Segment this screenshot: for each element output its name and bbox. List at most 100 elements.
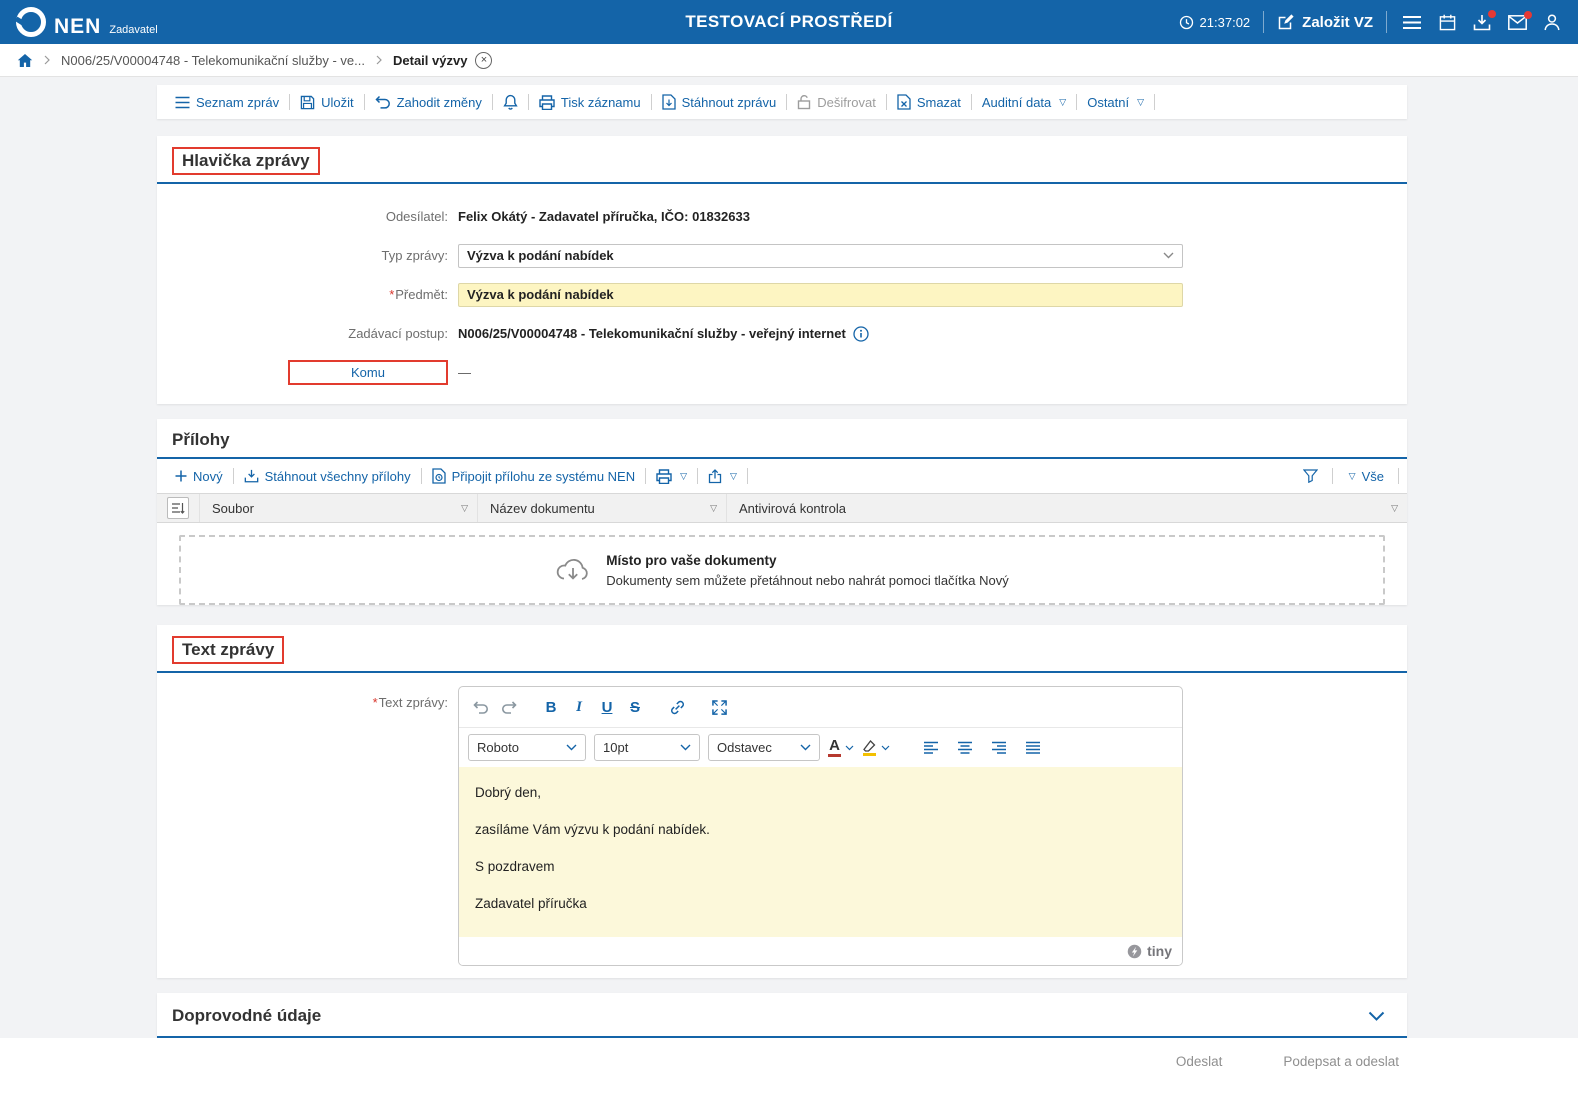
new-attachment-button[interactable]: Nový [165, 469, 233, 484]
caret-down-icon: ▽ [1137, 96, 1145, 107]
procedure-info-button[interactable] [853, 325, 869, 342]
home-button[interactable] [17, 53, 33, 68]
section-title: Hlavička zprávy [182, 151, 310, 170]
sign-and-send-button[interactable]: Podepsat a odeslat [1275, 1054, 1407, 1069]
editor-redo-button[interactable] [496, 694, 522, 720]
breadcrumb-procedure[interactable]: N006/25/V00004748 - Telekomunikační služ… [61, 53, 365, 68]
delete-button[interactable]: Smazat [887, 94, 971, 110]
column-filter-icon[interactable]: ▽ [1391, 503, 1398, 513]
calendar-button[interactable] [1437, 12, 1458, 33]
chevron-down-icon [1368, 1011, 1385, 1021]
edit-icon [1278, 14, 1294, 30]
align-justify-icon [1026, 741, 1040, 754]
attachments-dropzone[interactable]: Místo pro vaše dokumenty Dokumenty sem m… [179, 535, 1385, 605]
tiny-brand-label[interactable]: tiny [1147, 943, 1172, 959]
attachments-section: Přílohy Nový Stáhnout všechny přílohy Př… [157, 419, 1407, 605]
align-left-button[interactable] [918, 735, 944, 761]
fullscreen-button[interactable] [706, 694, 732, 720]
decrypt-button[interactable]: Dešifrovat [787, 94, 886, 110]
create-vz-button[interactable]: Založit VZ [1277, 13, 1373, 31]
align-center-button[interactable] [952, 735, 978, 761]
message-text-form: *Text zprávy: B I U S Roboto 10pt Odstav… [157, 673, 1407, 978]
send-button[interactable]: Odeslat [1168, 1054, 1231, 1069]
column-settings-icon [172, 503, 185, 514]
attach-from-nen-button[interactable]: Připojit přílohu ze systému NEN [422, 468, 646, 484]
nen-logo-icon [16, 7, 46, 37]
user-button[interactable] [1542, 12, 1562, 33]
column-header-nazev-dokumentu[interactable]: Název dokumentu ▽ [478, 494, 727, 522]
download-all-icon [244, 469, 258, 483]
caret-down-icon: ▽ [680, 470, 688, 481]
main-menu-button[interactable] [1400, 13, 1424, 32]
recipient-link[interactable]: Komu [288, 360, 448, 385]
close-tab-button[interactable]: × [475, 51, 493, 69]
italic-button[interactable]: I [566, 694, 592, 720]
column-filter-icon[interactable]: ▽ [710, 503, 717, 513]
footer-actions: Odeslat Podepsat a odeslat [157, 1054, 1407, 1069]
nen-brand[interactable]: NEN Zadavatel [16, 7, 158, 37]
discard-changes-button[interactable]: Zahodit změny [365, 95, 492, 110]
section-head: Text zprávy [157, 625, 1407, 671]
clock-icon [1179, 15, 1193, 29]
messages-button[interactable] [1506, 10, 1532, 32]
attachments-filter-group: ▽ Vše [1293, 468, 1399, 484]
annotation-box: Hlavička zprávy [172, 147, 320, 175]
editor-toolbar-row-1: B I U S [459, 687, 1182, 727]
bold-button[interactable]: B [538, 694, 564, 720]
toolbar-label: Stáhnout všechny přílohy [264, 468, 411, 484]
align-right-button[interactable] [986, 735, 1012, 761]
save-button[interactable]: Uložit [290, 95, 364, 110]
editor-content-area[interactable]: Dobrý den, zasíláme Vám výzvu k podání n… [459, 767, 1182, 937]
message-type-value: Výzva k podání nabídek [467, 248, 614, 263]
subject-input[interactable]: Výzva k podání nabídek [458, 282, 1183, 307]
message-text-section: Text zprávy *Text zprávy: B I U S Roboto… [157, 625, 1407, 978]
column-header-antivirova-kontrola[interactable]: Antivirová kontrola ▽ [727, 494, 1407, 522]
message-list-button[interactable]: Seznam zpráv [165, 95, 289, 110]
font-family-select[interactable]: Roboto [468, 734, 586, 761]
notification-badge [1524, 10, 1532, 19]
toolbar-label: Uložit [321, 94, 354, 110]
toolbar-divider [1398, 468, 1399, 484]
export-attachments-button[interactable]: ▽ [698, 468, 747, 484]
notifications-button[interactable] [493, 94, 528, 110]
column-header-soubor[interactable]: Soubor ▽ [200, 494, 478, 522]
text-color-button[interactable]: A [828, 735, 854, 761]
footer-bar: Odeslat Podepsat a odeslat [0, 1038, 1578, 1109]
section-head: Přílohy [157, 419, 1407, 457]
italic-icon: I [576, 698, 582, 715]
other-actions-button[interactable]: Ostatní ▽ [1077, 95, 1154, 110]
toolbar-label: Stáhnout zprávu [681, 94, 777, 110]
highlight-color-button[interactable] [862, 735, 890, 761]
link-icon [670, 700, 684, 714]
download-all-attachments-button[interactable]: Stáhnout všechny přílohy [234, 469, 421, 484]
filter-all-button[interactable]: ▽ Vše [1337, 469, 1394, 484]
font-size-select[interactable]: 10pt [594, 734, 700, 761]
message-type-select[interactable]: Výzva k podání nabídek [458, 243, 1183, 268]
required-mark: * [372, 695, 378, 710]
download-message-button[interactable]: Stáhnout zprávu [652, 94, 787, 110]
align-justify-button[interactable] [1020, 735, 1046, 761]
underline-button[interactable]: U [594, 694, 620, 720]
filter-button[interactable] [1293, 469, 1328, 483]
block-format-select[interactable]: Odstavec [708, 734, 820, 761]
toolbar-label: Auditní data [981, 94, 1052, 110]
subject-label: Předmět: [395, 287, 448, 302]
form-row-recipient: Komu — [157, 353, 1407, 392]
editor-undo-button[interactable] [468, 694, 494, 720]
toolbar-label: Dešifrovat [817, 94, 876, 110]
collapse-head[interactable]: Doprovodné údaje [157, 993, 1407, 1036]
column-settings-button[interactable] [167, 497, 189, 519]
column-filter-icon[interactable]: ▽ [461, 503, 468, 513]
expand-section-button[interactable] [1368, 1011, 1385, 1021]
audit-data-button[interactable]: Auditní data ▽ [972, 95, 1076, 110]
strikethrough-button[interactable]: S [622, 694, 648, 720]
highlighter-pen-icon [863, 739, 876, 752]
procedure-value: N006/25/V00004748 - Telekomunikační služ… [458, 326, 846, 341]
header-divider [1386, 11, 1387, 33]
print-record-button[interactable]: Tisk záznamu [529, 95, 651, 110]
toolbar-label: Ostatní [1087, 94, 1130, 110]
insert-link-button[interactable] [664, 694, 690, 720]
print-attachments-button[interactable]: ▽ [646, 468, 697, 484]
editor-paragraph: Dobrý den, [475, 785, 542, 800]
downloads-button[interactable] [1471, 9, 1496, 33]
